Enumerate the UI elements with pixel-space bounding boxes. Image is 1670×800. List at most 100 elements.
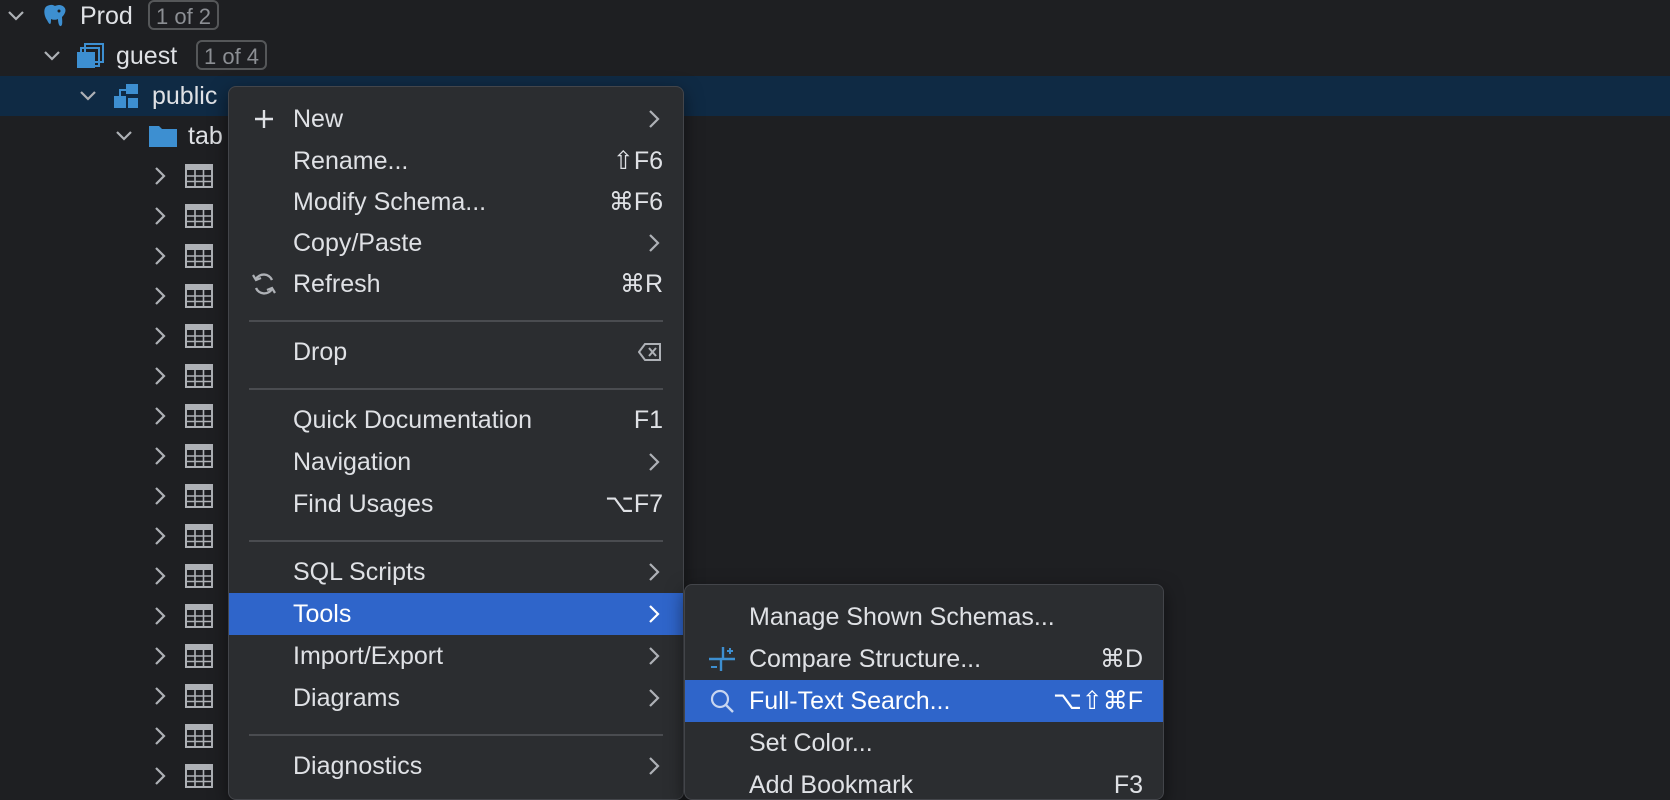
menu-item-label: Find Usages <box>293 490 434 518</box>
menu-item-navigation[interactable]: Navigation <box>229 441 683 483</box>
chevron-right-icon[interactable] <box>150 404 170 428</box>
table-icon <box>182 640 216 672</box>
menu-item-shortcut: ⇧F6 <box>612 147 663 175</box>
tree-label-guest: guest <box>116 42 178 70</box>
context-menu: New Rename... ⇧F6 Modify Schema... ⌘F6 C… <box>228 86 684 800</box>
menu-item-add-bookmark[interactable]: Add Bookmark F3 <box>685 764 1163 799</box>
tree-node-prod[interactable]: Prod 1 of 2 <box>0 0 1670 36</box>
table-icon <box>182 240 216 272</box>
chevron-right-icon[interactable] <box>150 644 170 668</box>
menu-item-label: SQL Scripts <box>293 558 426 586</box>
menu-item-diagrams[interactable]: Diagrams <box>229 677 683 719</box>
chevron-right-icon <box>647 233 661 253</box>
chevron-right-icon[interactable] <box>150 364 170 388</box>
menu-item-label: Add Bookmark <box>749 771 913 799</box>
menu-item-new[interactable]: New <box>229 98 683 140</box>
menu-item-label: Modify Schema... <box>293 188 487 216</box>
compare-icon <box>707 645 737 673</box>
menu-item-shortcut: ⌥F7 <box>605 490 663 518</box>
table-icon <box>182 560 216 592</box>
tree-badge-prod: 1 of 2 <box>148 0 220 30</box>
menu-item-diagnostics[interactable]: Diagnostics <box>229 745 683 787</box>
menu-item-tools[interactable]: Tools <box>229 593 683 635</box>
menu-item-modify-schema[interactable]: Modify Schema... ⌘F6 <box>229 181 683 223</box>
menu-item-label: Import/Export <box>293 642 444 670</box>
postgresql-elephant-icon <box>38 0 72 32</box>
table-icon <box>182 520 216 552</box>
chevron-right-icon[interactable] <box>150 324 170 348</box>
menu-item-drop[interactable]: Drop <box>229 331 683 373</box>
tree-badge-guest: 1 of 4 <box>196 40 268 70</box>
chevron-right-icon[interactable] <box>150 204 170 228</box>
tree-node-guest[interactable]: guest 1 of 4 <box>0 36 1670 76</box>
chevron-right-icon[interactable] <box>150 764 170 788</box>
chevron-down-icon[interactable] <box>6 4 26 28</box>
table-icon <box>182 360 216 392</box>
refresh-icon <box>249 270 279 298</box>
menu-item-label: Drop <box>293 338 348 366</box>
menu-item-label: New <box>293 105 344 133</box>
table-icon <box>182 200 216 232</box>
menu-item-label: Rename... <box>293 147 409 175</box>
table-icon <box>182 480 216 512</box>
chevron-right-icon[interactable] <box>150 524 170 548</box>
chevron-right-icon <box>647 109 661 129</box>
search-icon <box>707 687 737 715</box>
menu-item-set-color[interactable]: Set Color... <box>685 722 1163 764</box>
table-icon <box>182 440 216 472</box>
chevron-right-icon[interactable] <box>150 564 170 588</box>
chevron-down-icon[interactable] <box>42 44 62 68</box>
delete-key-icon <box>637 342 663 362</box>
menu-item-label: Tools <box>293 600 352 628</box>
menu-item-shortcut: ⌘F6 <box>608 188 663 216</box>
menu-item-find-usages[interactable]: Find Usages ⌥F7 <box>229 483 683 525</box>
table-icon <box>182 320 216 352</box>
menu-separator <box>249 734 663 736</box>
database-icon <box>74 40 108 72</box>
menu-item-label: Refresh <box>293 270 381 298</box>
chevron-right-icon <box>647 562 661 582</box>
table-icon <box>182 160 216 192</box>
chevron-right-icon[interactable] <box>150 284 170 308</box>
chevron-right-icon <box>647 688 661 708</box>
menu-item-quick-documentation[interactable]: Quick Documentation F1 <box>229 399 683 441</box>
menu-item-label: Quick Documentation <box>293 406 533 434</box>
chevron-right-icon[interactable] <box>150 724 170 748</box>
menu-item-rename[interactable]: Rename... ⇧F6 <box>229 140 683 182</box>
chevron-right-icon[interactable] <box>150 484 170 508</box>
schema-icon <box>110 80 144 112</box>
chevron-down-icon[interactable] <box>114 124 134 148</box>
menu-item-label: Navigation <box>293 448 412 476</box>
menu-item-label: Full-Text Search... <box>749 687 951 715</box>
chevron-right-icon[interactable] <box>150 604 170 628</box>
menu-item-compare-structure[interactable]: Compare Structure... ⌘D <box>685 638 1163 680</box>
tree-label-tables: tab <box>188 122 223 150</box>
menu-item-label: Set Color... <box>749 729 873 757</box>
menu-item-label: Diagnostics <box>293 752 423 780</box>
menu-item-refresh[interactable]: Refresh ⌘R <box>229 263 683 305</box>
chevron-right-icon[interactable] <box>150 684 170 708</box>
chevron-right-icon[interactable] <box>150 244 170 268</box>
chevron-down-icon[interactable] <box>78 84 98 108</box>
menu-item-label: Compare Structure... <box>749 645 982 673</box>
menu-item-shortcut: ⌘D <box>1099 645 1143 673</box>
chevron-right-icon[interactable] <box>150 164 170 188</box>
menu-item-shortcut: F1 <box>633 406 663 434</box>
table-icon <box>182 280 216 312</box>
tools-submenu: Manage Shown Schemas... Compare Structur… <box>684 584 1164 800</box>
table-icon <box>182 760 216 792</box>
tree-label-public: public <box>152 82 218 110</box>
chevron-right-icon <box>647 756 661 776</box>
menu-item-manage-shown-schemas[interactable]: Manage Shown Schemas... <box>685 596 1163 638</box>
menu-item-copy-paste[interactable]: Copy/Paste <box>229 222 683 264</box>
chevron-right-icon <box>647 604 661 624</box>
menu-item-label: Diagrams <box>293 684 400 712</box>
menu-item-sql-scripts[interactable]: SQL Scripts <box>229 551 683 593</box>
chevron-right-icon[interactable] <box>150 444 170 468</box>
menu-separator <box>249 388 663 390</box>
menu-item-full-text-search[interactable]: Full-Text Search... ⌥⇧⌘F <box>685 680 1163 722</box>
folder-icon <box>146 120 180 152</box>
menu-separator <box>249 540 663 542</box>
chevron-right-icon <box>647 452 661 472</box>
menu-item-import-export[interactable]: Import/Export <box>229 635 683 677</box>
